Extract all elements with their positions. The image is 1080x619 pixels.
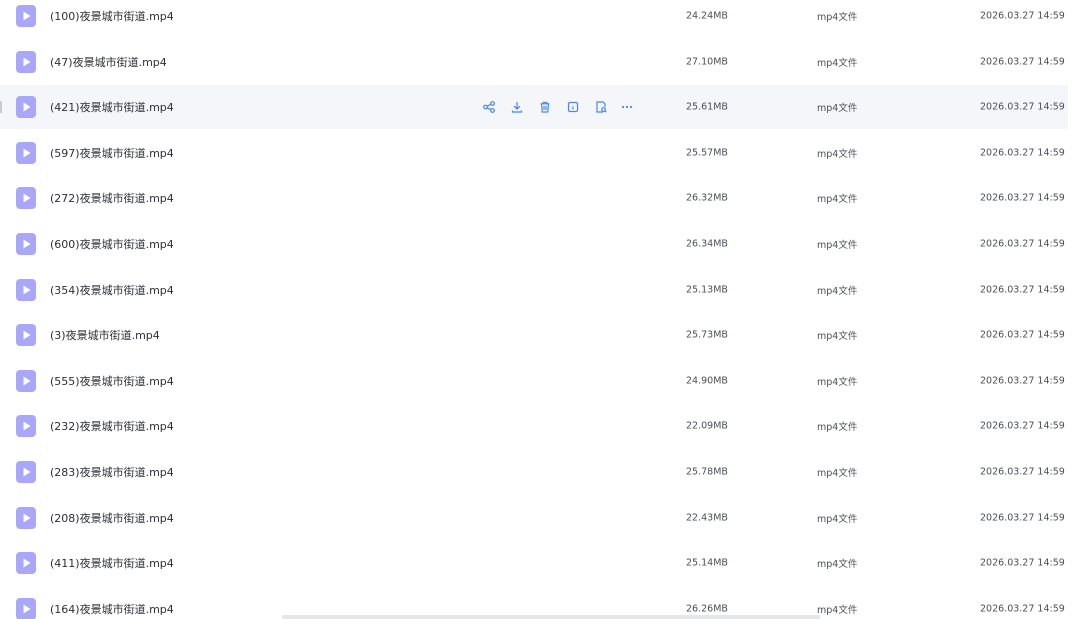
more-icon[interactable]: [620, 100, 634, 114]
file-type: mp4文件: [817, 331, 858, 342]
file-row[interactable]: (555)夜景城市街道.mp4 24.90MB mp4文件 2026.03.27 14…: [0, 359, 1068, 403]
file-modified-date: 2026.03.27 14:59: [980, 420, 1065, 432]
file-size: 25.13MB: [686, 284, 728, 296]
delete-icon[interactable]: [538, 100, 552, 114]
file-modified-date: 2026.03.27 14:59: [980, 375, 1065, 387]
file-size: 25.61MB: [686, 101, 728, 113]
file-name[interactable]: (555)夜景城市街道.mp4: [50, 373, 174, 389]
file-type: mp4文件: [817, 286, 858, 297]
file-size: 25.57MB: [686, 147, 728, 159]
file-type: mp4文件: [817, 422, 858, 433]
file-modified-date: 2026.03.27 14:59: [980, 603, 1065, 615]
file-type: mp4文件: [817, 149, 858, 160]
file-name[interactable]: (600)夜景城市街道.mp4: [50, 236, 174, 252]
file-modified-date: 2026.03.27 14:59: [980, 56, 1065, 68]
file-size: 24.90MB: [686, 375, 728, 387]
file-row[interactable]: (232)夜景城市街道.mp4 22.09MB mp4文件 2026.03.27 14…: [0, 404, 1068, 448]
file-name[interactable]: (232)夜景城市街道.mp4: [50, 418, 174, 434]
file-name[interactable]: (100)夜景城市街道.mp4: [50, 8, 174, 24]
file-row[interactable]: (421)夜景城市街道.mp4 25.61MB mp4文件 2026.03.27 14…: [0, 85, 1068, 129]
file-list: (100)夜景城市街道.mp4 24.24MB mp4文件 2026.03.27 14…: [0, 0, 1080, 619]
file-type: mp4文件: [817, 468, 858, 479]
file-modified-date: 2026.03.27 14:59: [980, 101, 1065, 113]
file-size: 26.32MB: [686, 192, 728, 204]
file-type: mp4文件: [817, 240, 858, 251]
file-size: 24.24MB: [686, 10, 728, 22]
file-row[interactable]: (100)夜景城市街道.mp4 24.24MB mp4文件 2026.03.27 14…: [0, 0, 1068, 38]
file-name[interactable]: (47)夜景城市街道.mp4: [50, 54, 167, 70]
file-name[interactable]: (3)夜景城市街道.mp4: [50, 327, 160, 343]
vertical-scrollbar[interactable]: [1070, 0, 1080, 619]
file-modified-date: 2026.03.27 14:59: [980, 147, 1065, 159]
file-row[interactable]: (208)夜景城市街道.mp4 22.43MB mp4文件 2026.03.27 14…: [0, 496, 1068, 540]
file-name[interactable]: (597)夜景城市街道.mp4: [50, 145, 174, 161]
file-size: 22.09MB: [686, 420, 728, 432]
file-type: mp4文件: [817, 559, 858, 570]
video-file-icon: [16, 415, 36, 437]
row-hover-marker: [0, 101, 2, 113]
file-size: 25.14MB: [686, 557, 728, 569]
file-size: 26.34MB: [686, 238, 728, 250]
file-type: mp4文件: [817, 605, 858, 616]
file-name[interactable]: (272)夜景城市街道.mp4: [50, 190, 174, 206]
file-name[interactable]: (354)夜景城市街道.mp4: [50, 282, 174, 298]
file-modified-date: 2026.03.27 14:59: [980, 10, 1065, 22]
file-type: mp4文件: [817, 58, 858, 69]
video-file-icon: [16, 279, 36, 301]
file-size: 26.26MB: [686, 603, 728, 615]
video-file-icon: [16, 187, 36, 209]
file-modified-date: 2026.03.27 14:59: [980, 512, 1065, 524]
video-file-icon: [16, 233, 36, 255]
file-row[interactable]: (283)夜景城市街道.mp4 25.78MB mp4文件 2026.03.27 14…: [0, 450, 1068, 494]
file-size: 25.73MB: [686, 329, 728, 341]
file-type: mp4文件: [817, 377, 858, 388]
file-size: 22.43MB: [686, 512, 728, 524]
video-file-icon: [16, 598, 36, 619]
file-type: mp4文件: [817, 12, 858, 23]
preview-icon[interactable]: [594, 100, 608, 114]
file-modified-date: 2026.03.27 14:59: [980, 192, 1065, 204]
file-modified-date: 2026.03.27 14:59: [980, 557, 1065, 569]
video-file-icon: [16, 96, 36, 118]
info-icon[interactable]: [566, 100, 580, 114]
video-file-icon: [16, 552, 36, 574]
file-type: mp4文件: [817, 103, 858, 114]
file-modified-date: 2026.03.27 14:59: [980, 329, 1065, 341]
file-row[interactable]: (3)夜景城市街道.mp4 25.73MB mp4文件 2026.03.27 14:5…: [0, 313, 1068, 357]
file-type: mp4文件: [817, 194, 858, 205]
file-modified-date: 2026.03.27 14:59: [980, 238, 1065, 250]
file-row[interactable]: (354)夜景城市街道.mp4 25.13MB mp4文件 2026.03.27 14…: [0, 268, 1068, 312]
file-name[interactable]: (208)夜景城市街道.mp4: [50, 510, 174, 526]
file-name[interactable]: (283)夜景城市街道.mp4: [50, 464, 174, 480]
file-row[interactable]: (597)夜景城市街道.mp4 25.57MB mp4文件 2026.03.27 14…: [0, 131, 1068, 175]
file-size: 27.10MB: [686, 56, 728, 68]
file-row[interactable]: (47)夜景城市街道.mp4 27.10MB mp4文件 2026.03.27 14:…: [0, 40, 1068, 84]
video-file-icon: [16, 142, 36, 164]
video-file-icon: [16, 507, 36, 529]
file-name[interactable]: (164)夜景城市街道.mp4: [50, 601, 174, 617]
file-row[interactable]: (272)夜景城市街道.mp4 26.32MB mp4文件 2026.03.27 14…: [0, 176, 1068, 220]
file-row[interactable]: (600)夜景城市街道.mp4 26.34MB mp4文件 2026.03.27 14…: [0, 222, 1068, 266]
file-row[interactable]: (411)夜景城市街道.mp4 25.14MB mp4文件 2026.03.27 14…: [0, 541, 1068, 585]
file-row[interactable]: (164)夜景城市街道.mp4 26.26MB mp4文件 2026.03.27 14…: [0, 587, 1068, 619]
video-file-icon: [16, 461, 36, 483]
file-modified-date: 2026.03.27 14:59: [980, 284, 1065, 296]
download-icon[interactable]: [510, 100, 524, 114]
video-file-icon: [16, 51, 36, 73]
file-name[interactable]: (421)夜景城市街道.mp4: [50, 99, 174, 115]
video-file-icon: [16, 324, 36, 346]
video-file-icon: [16, 370, 36, 392]
file-size: 25.78MB: [686, 466, 728, 478]
video-file-icon: [16, 5, 36, 27]
file-type: mp4文件: [817, 514, 858, 525]
file-modified-date: 2026.03.27 14:59: [980, 466, 1065, 478]
share-icon[interactable]: [482, 100, 496, 114]
file-name[interactable]: (411)夜景城市街道.mp4: [50, 555, 174, 571]
